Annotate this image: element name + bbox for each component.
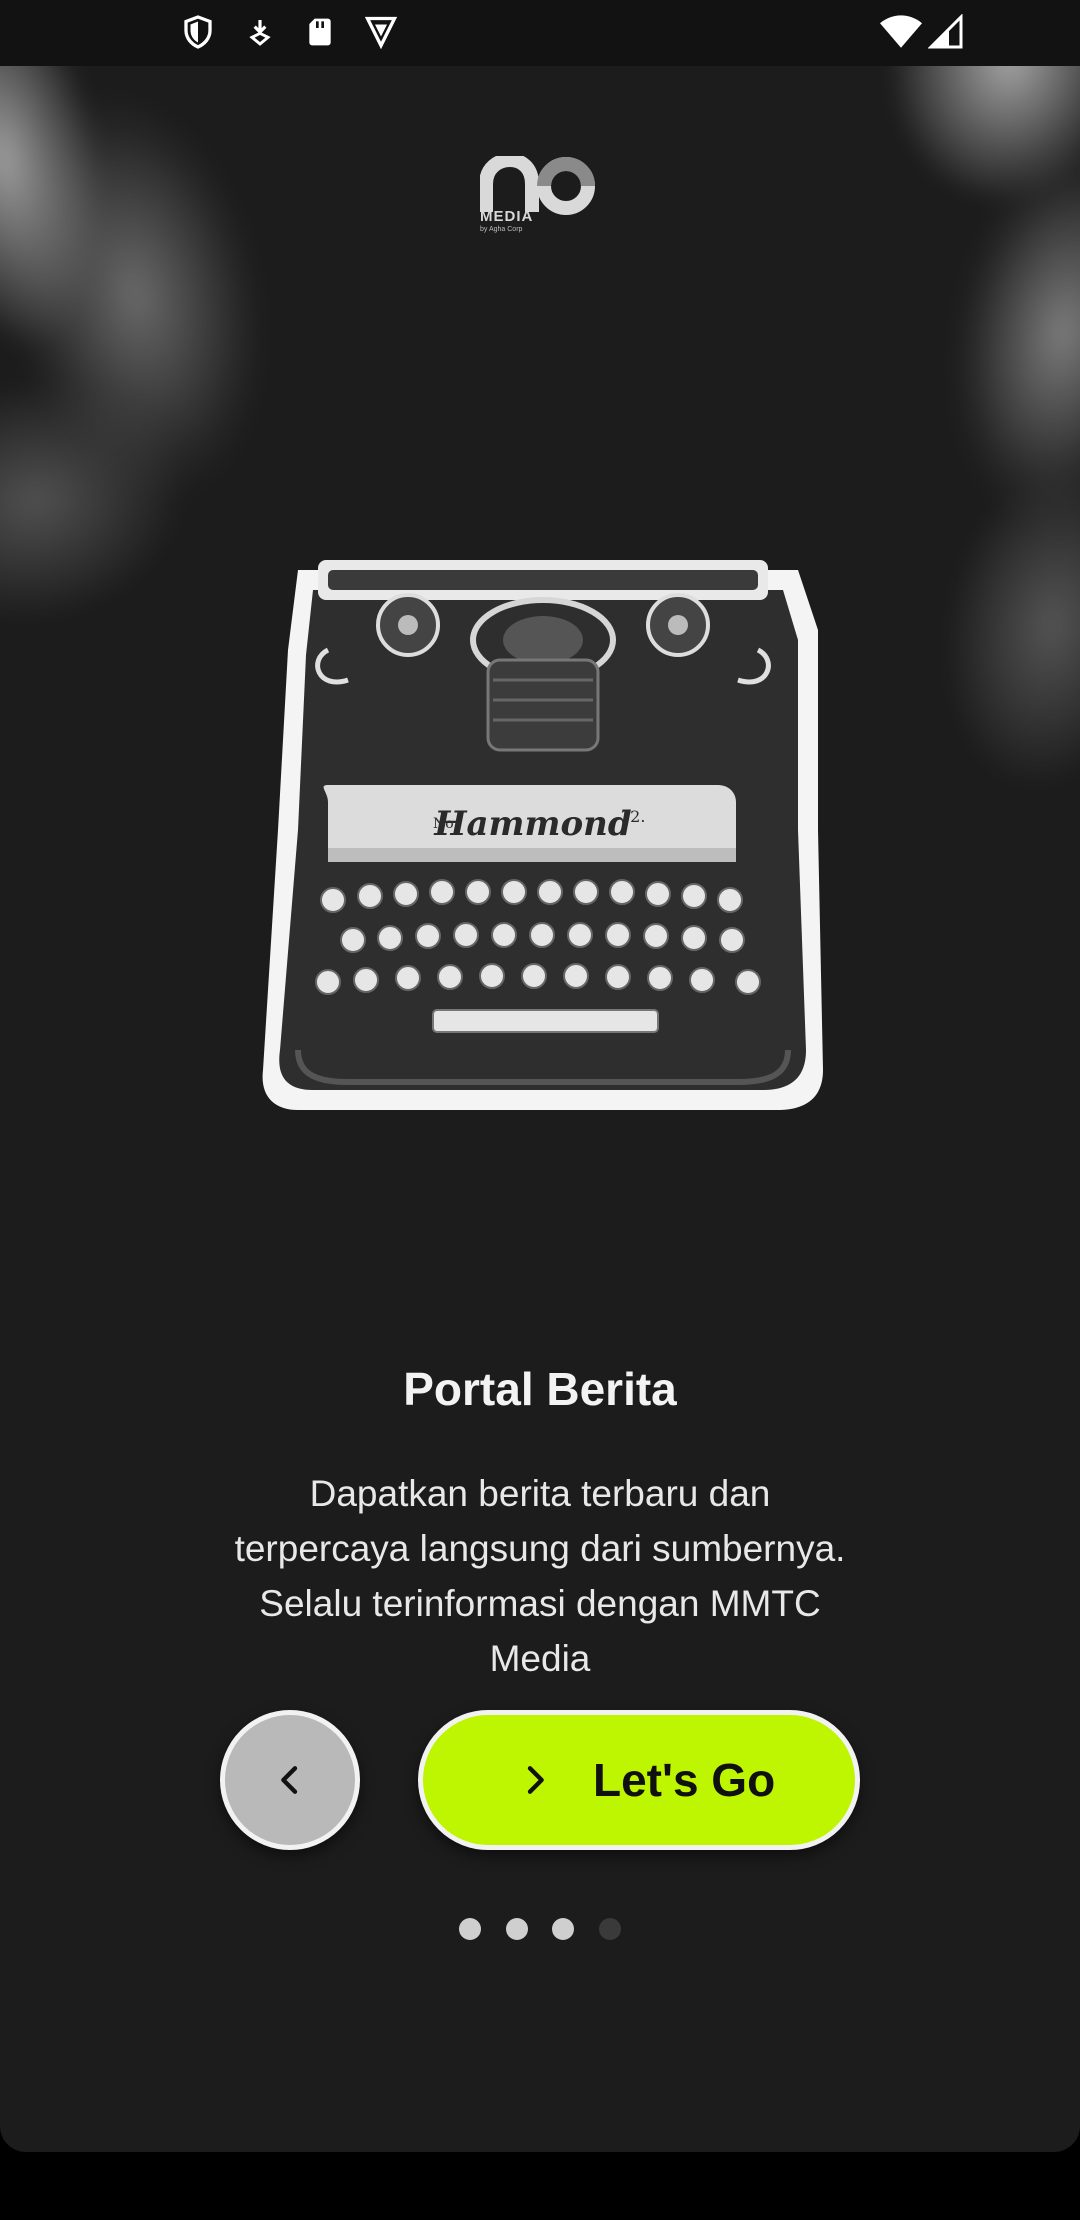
description-line: Selalu terinformasi dengan MMTC [259,1583,821,1624]
logo-subtitle: by Agha Corp [480,226,523,233]
logo-wordmark: MEDIA [480,208,534,225]
shield-icon [180,14,216,50]
onboarding-screen: MEDIA by Agha Corp Hammond No 12. Portal… [0,0,1080,2152]
page-dot [552,1918,575,1940]
svg-text:12.: 12. [620,807,645,826]
wifi-icon [880,14,922,50]
onboarding-description: Dapatkan berita terbaru dan terpercaya l… [170,1466,910,1686]
lets-go-label: Let's Go [593,1754,776,1806]
download-icon [244,14,276,50]
page-dot [598,1918,621,1940]
chevron-left-icon [281,1766,298,1794]
svg-text:Hammond: Hammond [433,804,632,844]
sd-card-icon [304,14,336,50]
page-dot [459,1918,482,1940]
signal-icon [928,14,964,50]
page-indicator [0,1918,1080,1945]
typewriter-illustration: Hammond No 12. [258,530,828,1120]
back-button[interactable] [220,1710,360,1850]
lets-go-button[interactable]: Let's Go [418,1710,860,1850]
description-line: terpercaya langsung dari sumbernya. [234,1528,846,1569]
onboarding-title: Portal Berita [403,1363,677,1415]
description-line: Dapatkan berita terbaru dan [309,1473,771,1514]
page-dot [505,1918,528,1940]
svg-text:No: No [433,816,454,832]
chevron-right-icon [515,1760,555,1800]
vpn-icon [362,14,400,50]
status-bar [0,0,1080,66]
description-line: Media [489,1638,591,1679]
logo-mark-icon [479,152,595,215]
app-logo: MEDIA by Agha Corp [479,152,604,236]
